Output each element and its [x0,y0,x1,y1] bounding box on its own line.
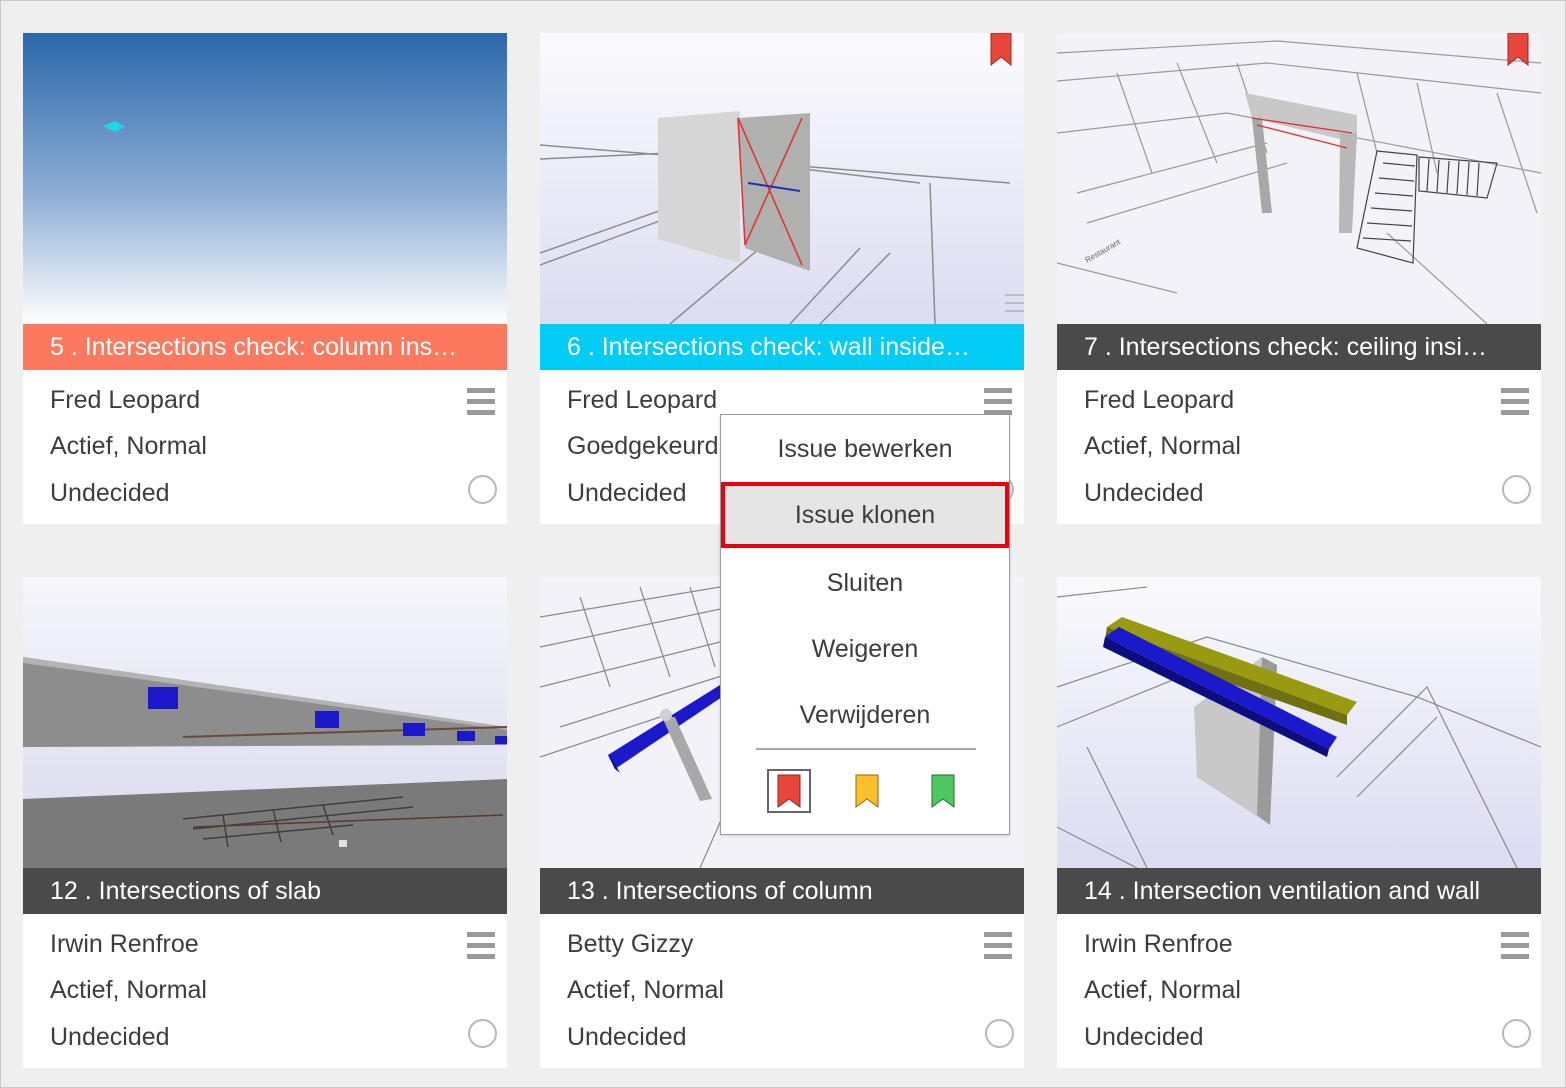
menu-item-delete[interactable]: Verwijderen [721,682,1009,748]
issue-status: Actief, Normal [1084,976,1241,1004]
red-flag-icon[interactable] [767,769,811,813]
menu-item-close[interactable]: Sluiten [721,550,1009,616]
hamburger-icon[interactable] [984,388,1012,415]
issue-card-7[interactable]: Restaurant 7 . Intersections check: ceil… [1057,32,1541,524]
issue-status: Actief, Normal [50,976,207,1004]
issue-assignee: Fred Leopard [50,386,201,414]
issue-decision: Undecided [50,1023,170,1051]
bookmark-flag-icon[interactable] [1507,32,1529,71]
issue-title[interactable]: 5 . Intersections check: column ins… [23,324,507,370]
menu-item-clone-issue[interactable]: Issue klonen [721,482,1009,548]
issue-status: Actief, Normal [1084,432,1241,460]
issue-decision: Undecided [1084,479,1204,507]
issue-thumbnail[interactable] [540,33,1024,324]
issue-status: Actief, Normal [50,432,207,460]
issue-assignee: Fred Leopard [1084,386,1235,414]
bookmark-flag-icon[interactable] [990,32,1012,71]
radio-icon[interactable] [985,1019,1014,1048]
issue-title[interactable]: 6 . Intersections check: wall inside… [540,324,1024,370]
issue-title[interactable]: 13 . Intersections of column [540,868,1024,914]
issue-decision: Undecided [1084,1023,1204,1051]
radio-icon[interactable] [468,1019,497,1048]
yellow-flag-icon[interactable] [845,769,889,813]
issue-status: Actief, Normal [567,976,724,1004]
hamburger-icon[interactable] [467,932,495,959]
issue-decision: Undecided [567,1023,687,1051]
issue-decision: Undecided [50,479,170,507]
issue-thumbnail[interactable] [1057,577,1541,868]
radio-icon[interactable] [1502,475,1531,504]
menu-item-reject[interactable]: Weigeren [721,616,1009,682]
hamburger-icon[interactable] [1501,932,1529,959]
issue-assignee: Irwin Renfroe [50,930,199,958]
issue-title[interactable]: 14 . Intersection ventilation and wall [1057,868,1541,914]
issue-decision: Undecided [567,479,687,507]
issue-title[interactable]: 12 . Intersections of slab [23,868,507,914]
menu-separator [756,748,976,750]
issue-thumbnail[interactable] [23,33,507,324]
hamburger-icon[interactable] [984,932,1012,959]
issue-thumbnail[interactable] [23,577,507,868]
issue-assignee: Fred Leopard [567,386,718,414]
issue-card-12[interactable]: 12 . Intersections of slab Irwin Renfroe… [23,577,507,1068]
menu-item-edit-issue[interactable]: Issue bewerken [721,416,1009,482]
radio-icon[interactable] [468,475,497,504]
radio-icon[interactable] [1502,1019,1531,1048]
issue-title[interactable]: 7 . Intersections check: ceiling insi… [1057,324,1541,370]
hamburger-icon[interactable] [1501,388,1529,415]
issue-assignee: Betty Gizzy [567,930,694,958]
green-flag-icon[interactable] [921,769,965,813]
hamburger-icon[interactable] [467,388,495,415]
issue-grid: 5 . Intersections check: column ins… Fre… [0,0,1566,1088]
issue-thumbnail[interactable]: Restaurant [1057,33,1541,324]
issue-card-5[interactable]: 5 . Intersections check: column ins… Fre… [23,33,507,524]
issue-status: Goedgekeurd [567,432,719,460]
context-menu: Issue bewerken Issue klonen Sluiten Weig… [720,414,1010,835]
issue-assignee: Irwin Renfroe [1084,930,1233,958]
issue-card-14[interactable]: 14 . Intersection ventilation and wall I… [1057,577,1541,1068]
